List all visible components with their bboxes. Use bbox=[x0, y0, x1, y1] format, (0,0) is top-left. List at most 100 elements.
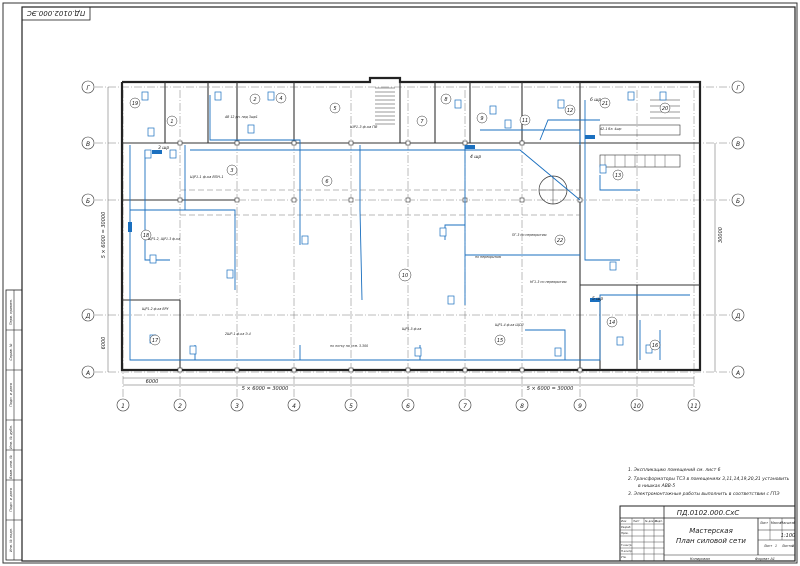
axis-col-10: 10 bbox=[633, 403, 641, 410]
label-8: ЩР1-4 ф-ка ЩСП bbox=[495, 323, 524, 327]
room-4: 4 bbox=[279, 96, 282, 102]
axis-col-11: 11 bbox=[690, 403, 698, 410]
room-17: 17 bbox=[152, 338, 159, 344]
label-16: по лотку на отм. 3.300 bbox=[330, 344, 368, 348]
dim-bottom-left: 6000 bbox=[146, 379, 159, 385]
side-stamp: Перв. примен. Справ. № Подп. и дата Инв.… bbox=[5, 289, 23, 561]
label-3: ЩР1-2, ЩР1-3 ф-ка bbox=[148, 237, 180, 241]
sheet-label-2: Лист bbox=[763, 544, 772, 548]
axis-row-v-right: В bbox=[736, 141, 740, 148]
side-stamp-2: Справ. № bbox=[9, 343, 13, 360]
side-stamp-1: Перв. примен. bbox=[9, 299, 13, 325]
tb-row-2: Лист bbox=[632, 519, 640, 523]
power-panels bbox=[141, 91, 667, 357]
axis-row-v-left: В bbox=[86, 141, 90, 148]
axis-col-9: 9 bbox=[578, 403, 582, 410]
label-12: А2-1 бл. 4шр bbox=[599, 127, 621, 131]
axis-row-a-left: А bbox=[85, 370, 90, 377]
room-16: 16 bbox=[652, 343, 658, 349]
dim-bottom-right: 5 × 6000 = 30000 bbox=[527, 386, 574, 392]
dim-left-small: 6000 bbox=[101, 337, 107, 350]
room-3: 3 bbox=[230, 168, 233, 174]
axis-row-b-left: Б bbox=[86, 198, 90, 205]
room-13: 13 bbox=[615, 173, 621, 179]
side-stamp-5: Взам. инв. № bbox=[9, 455, 13, 479]
label-7: 5 шр bbox=[592, 296, 603, 302]
row-axis-markers: Г В Б Д А Г В Б Д А bbox=[81, 80, 745, 379]
room-8: 8 bbox=[444, 97, 447, 103]
cable-labels: ШР1-3 ф-ка ПВ 3 шр ЩР1-1 ф-ка ВПН-1 ЩР1-… bbox=[142, 97, 621, 348]
note-4: 3. Электромонтажные работы выполнить в с… bbox=[628, 491, 780, 497]
dim-bottom-mid: 5 × 6000 = 30000 bbox=[242, 386, 289, 392]
side-stamp-6: Подп. и дата bbox=[9, 488, 13, 512]
side-stamp-3: Подп. и дата bbox=[9, 383, 13, 407]
scale-value: 1:100 bbox=[781, 533, 795, 539]
label-15: ЩР1-5 ф-ка bbox=[402, 327, 421, 331]
note-2: 2. Трансформаторы ТСЗ в помещениях 3,11,… bbox=[628, 476, 790, 482]
copied-label: Копировал bbox=[690, 557, 711, 561]
axis-row-b-right: Б bbox=[736, 198, 740, 205]
label-0: ШР1-3 ф-ка ПВ bbox=[350, 125, 378, 129]
label-14: 2ШР-1 ф-ка Э-4 bbox=[225, 332, 251, 336]
room-5: 5 bbox=[333, 106, 336, 112]
note-3: в нишках ABB-5 bbox=[638, 483, 675, 489]
room-2: 2 bbox=[253, 97, 256, 103]
tb-row-4: Подп. bbox=[655, 519, 663, 523]
tb-role-5: Утв. bbox=[621, 555, 627, 559]
label-4: АВ 12 рп. над 3шр1 bbox=[224, 115, 258, 119]
drawing-sheet: ПД.0102.000.ЭС Перв. примен. Справ. № По… bbox=[0, 0, 800, 566]
title-line-1: Мастерская bbox=[689, 527, 733, 535]
room-1: 1 bbox=[170, 119, 173, 125]
crane-rails bbox=[180, 189, 580, 216]
room-12: 12 bbox=[567, 108, 573, 114]
room-20: 20 bbox=[662, 106, 668, 112]
equipment bbox=[538, 124, 681, 205]
general-notes: 1. Экспликацию помещений см. лист 6 2. Т… bbox=[628, 467, 790, 497]
note-1: 1. Экспликацию помещений см. лист 6 bbox=[628, 467, 721, 473]
floor-plan-drawing: ПД.0102.000.ЭС Перв. примен. Справ. № По… bbox=[2, 2, 798, 564]
tb-row-1: Изм bbox=[621, 519, 626, 523]
stamp-code: ПД.0102.000.ЭС bbox=[27, 9, 85, 17]
tb-role-2: Пров. bbox=[621, 531, 629, 535]
tb-role-4: Н.контр. bbox=[621, 549, 633, 553]
side-stamp-4: Инв. № дубл. bbox=[9, 425, 13, 449]
axis-col-2: 2 bbox=[178, 403, 182, 410]
room-21: 21 bbox=[602, 101, 608, 107]
room-22: 22 bbox=[557, 238, 563, 244]
axis-row-d-right: Д bbox=[735, 313, 741, 320]
label-10: ПГ-3 по перекрытию bbox=[512, 233, 547, 237]
axis-col-8: 8 bbox=[520, 403, 524, 410]
dim-right-vert: 30000 bbox=[718, 227, 724, 243]
distribution-cabinets bbox=[128, 135, 600, 302]
sheet-label-1: Лист bbox=[759, 521, 768, 525]
format-label: Формат А1 bbox=[755, 557, 775, 561]
label-2: ЩР1-1 ф-ка ВПН-1 bbox=[190, 175, 224, 179]
label-5: 6 шр bbox=[590, 97, 601, 103]
label-1: 3 шр bbox=[158, 145, 169, 151]
columns bbox=[177, 140, 583, 373]
doc-code: ПД.0102.000.СхС bbox=[677, 509, 740, 517]
axis-col-6: 6 bbox=[406, 403, 410, 410]
axis-col-5: 5 bbox=[349, 403, 353, 410]
axis-col-7: 7 bbox=[463, 403, 467, 410]
label-13: ЩР1-2 ф-ка ВРУ bbox=[142, 307, 170, 311]
dim-left-vert: 5 × 6000 = 30000 bbox=[101, 212, 107, 259]
room-9: 9 bbox=[480, 116, 483, 122]
label-9: по перекрытию bbox=[475, 255, 501, 259]
sheets-total: 1 bbox=[792, 544, 794, 548]
label-11: НГ1-3 по перекрытию bbox=[530, 280, 567, 284]
axis-col-1: 1 bbox=[121, 403, 125, 410]
side-stamp-7: Инв. № подл. bbox=[9, 528, 13, 552]
scale-label: Масштаб bbox=[780, 521, 795, 525]
column-axis-markers: 1 2 3 4 5 6 7 8 9 10 11 bbox=[116, 398, 701, 412]
room-11: 11 bbox=[522, 118, 528, 124]
room-19: 19 bbox=[132, 101, 138, 107]
axis-col-4: 4 bbox=[292, 403, 296, 410]
label-6: 4 шр bbox=[470, 154, 481, 160]
top-stamp: ПД.0102.000.ЭС bbox=[21, 6, 91, 21]
title-line-2: План силовой сети bbox=[676, 537, 746, 545]
room-10: 10 bbox=[402, 273, 408, 279]
axis-row-a-right: А bbox=[735, 370, 740, 377]
axis-col-3: 3 bbox=[235, 403, 239, 410]
room-6: 6 bbox=[325, 179, 328, 185]
